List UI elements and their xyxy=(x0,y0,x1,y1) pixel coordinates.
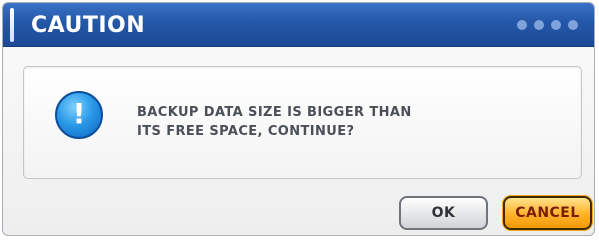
message-line-2: ITS FREE SPACE, CONTINUE? xyxy=(137,124,355,139)
message-text: BACKUP DATA SIZE IS BIGGER THAN ITS FREE… xyxy=(137,103,412,141)
ok-button[interactable]: OK xyxy=(399,196,488,230)
info-icon: ! xyxy=(55,91,103,139)
title-bar[interactable]: CAUTION xyxy=(3,3,594,47)
title-dot xyxy=(534,20,544,30)
message-panel: ! BACKUP DATA SIZE IS BIGGER THAN ITS FR… xyxy=(23,66,582,179)
title-dots-decoration xyxy=(517,20,578,30)
title-dot xyxy=(551,20,561,30)
title-dot xyxy=(517,20,527,30)
dialog-title: CAUTION xyxy=(31,13,146,38)
message-line-1: BACKUP DATA SIZE IS BIGGER THAN xyxy=(137,105,412,120)
caution-dialog: CAUTION ! BACKUP DATA SIZE IS BIGGER THA… xyxy=(2,2,595,236)
cancel-button[interactable]: CANCEL xyxy=(503,196,592,230)
title-dot xyxy=(568,20,578,30)
title-accent-bar xyxy=(10,8,14,42)
